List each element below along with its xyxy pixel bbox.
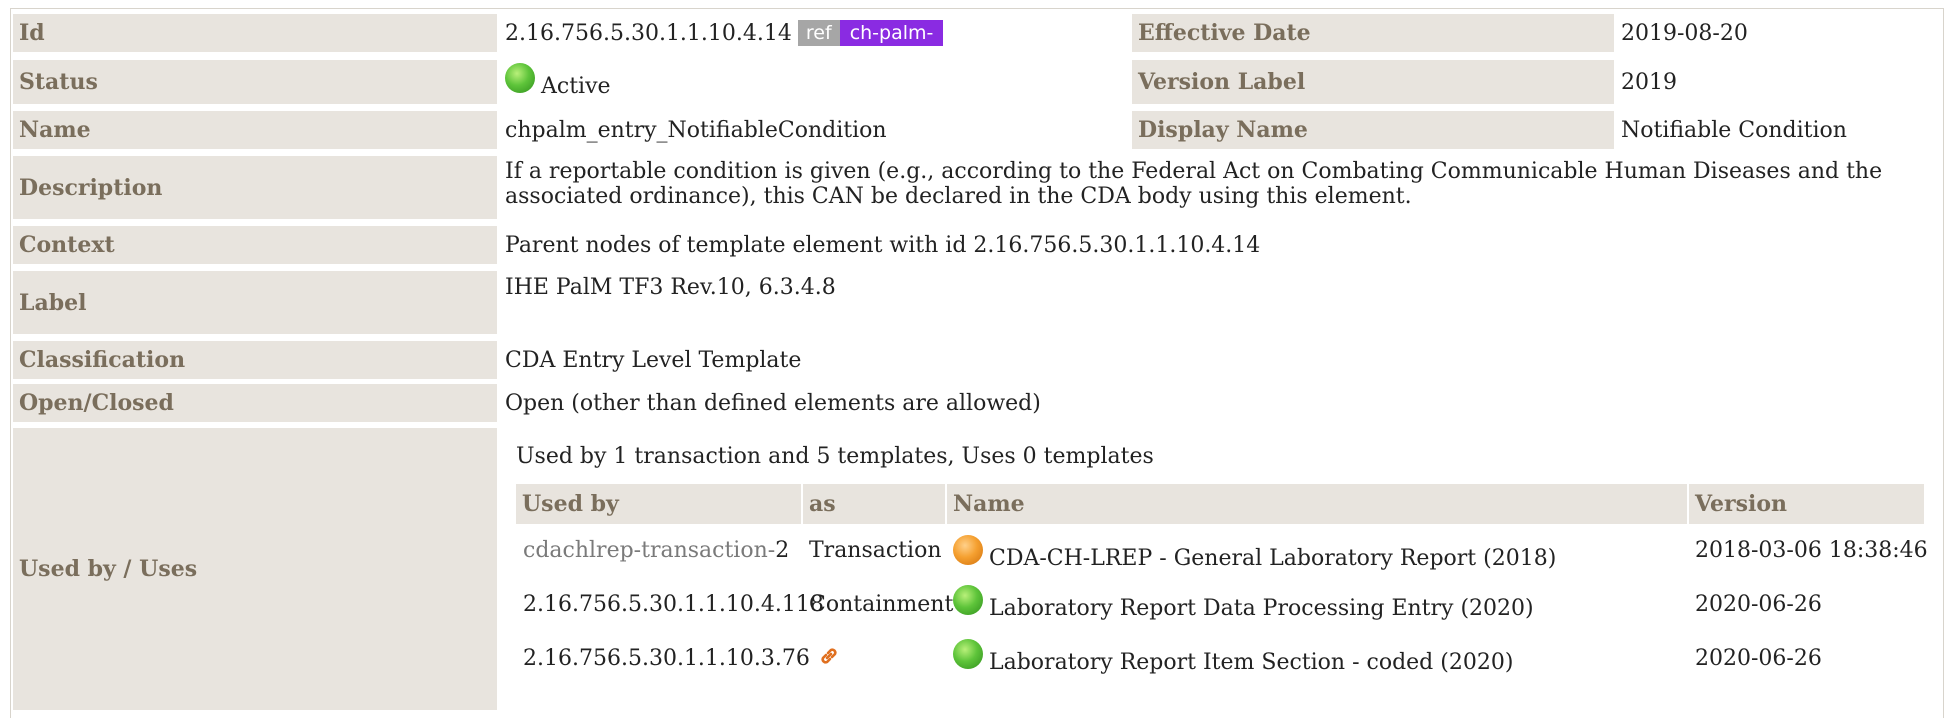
usage-name-cell: Laboratory Report Item Section - coded (… xyxy=(953,638,1513,678)
name-label: Name xyxy=(13,111,497,149)
row-status: Status Active Version Label 2019 xyxy=(13,60,1938,104)
chain-link-icon xyxy=(821,648,837,664)
open-closed-label: Open/Closed xyxy=(13,384,497,422)
usage-version: 2020-06-26 xyxy=(1695,645,1822,671)
usage-name[interactable]: Laboratory Report Item Section - coded (… xyxy=(989,650,1513,675)
used-by-link-suffix[interactable]: 2 xyxy=(775,538,789,563)
link-icon[interactable] xyxy=(817,640,841,672)
effective-date-label: Effective Date xyxy=(1132,14,1614,52)
label-value: IHE PalM TF3 Rev.10, 6.3.4.8 xyxy=(505,274,836,300)
usage-header-name: Name xyxy=(947,484,1687,524)
name-value: chpalm_entry_NotifiableCondition xyxy=(505,117,887,143)
id-value: 2.16.756.5.30.1.1.10.4.14 xyxy=(505,20,792,46)
label-label: Label xyxy=(13,271,497,334)
usage-as: Transaction xyxy=(809,537,942,563)
id-label: Id xyxy=(13,14,497,52)
usage-header-version: Version xyxy=(1689,484,1924,524)
usage-name-cell: Laboratory Report Data Processing Entry … xyxy=(953,584,1534,624)
ref-badge[interactable]: ref xyxy=(797,20,840,46)
usage-header-used-by: Used by xyxy=(516,484,801,524)
row-description: Description If a reportable condition is… xyxy=(13,156,1938,219)
id-value-cell: 2.16.756.5.30.1.1.10.4.14 ref ch-palm- xyxy=(505,14,944,52)
description-value: If a reportable condition is given (e.g.… xyxy=(505,159,1883,209)
row-context: Context Parent nodes of template element… xyxy=(13,226,1938,264)
used-by-link[interactable]: cdachlrep-transaction- xyxy=(523,538,775,563)
row-name: Name chpalm_entry_NotifiableCondition Di… xyxy=(13,111,1938,149)
version-label-label: Version Label xyxy=(1132,60,1614,104)
usage-header-as: as xyxy=(803,484,945,524)
row-id: Id 2.16.756.5.30.1.1.10.4.14 ref ch-palm… xyxy=(13,14,1938,52)
usage-version: 2020-06-26 xyxy=(1695,591,1822,617)
usage-name[interactable]: CDA-CH-LREP - General Laboratory Report … xyxy=(989,546,1556,571)
table-row[interactable]: cdachlrep-transaction- 2 xyxy=(523,534,789,566)
open-closed-value: Open (other than defined elements are al… xyxy=(505,390,1041,416)
display-name-label: Display Name xyxy=(1132,111,1614,149)
green-status-dot-icon xyxy=(953,639,983,669)
display-name-value: Notifiable Condition xyxy=(1621,117,1847,143)
classification-label: Classification xyxy=(13,341,497,379)
usage-as: Containment xyxy=(809,591,954,617)
id-prefix-badge[interactable]: ch-palm- xyxy=(839,20,944,46)
orange-status-dot-icon xyxy=(953,535,983,565)
status-value: Active xyxy=(541,73,611,99)
context-label: Context xyxy=(13,226,497,264)
classification-value: CDA Entry Level Template xyxy=(505,347,802,373)
row-used-by-uses: Used by / Uses Used by 1 transaction and… xyxy=(13,428,1938,710)
status-value-cell: Active xyxy=(505,60,611,104)
usage-version: 2018-03-06 18:38:46 xyxy=(1695,537,1928,563)
usage-summary: Used by 1 transaction and 5 templates, U… xyxy=(516,443,1154,469)
status-label: Status xyxy=(13,60,497,104)
effective-date-value: 2019-08-20 xyxy=(1621,20,1748,46)
usage-name-cell: CDA-CH-LREP - General Laboratory Report … xyxy=(953,534,1556,574)
context-value: Parent nodes of template element with id… xyxy=(505,232,1261,258)
description-label: Description xyxy=(13,156,497,219)
row-label: Label IHE PalM TF3 Rev.10, 6.3.4.8 xyxy=(13,271,1938,334)
usage-name[interactable]: Laboratory Report Data Processing Entry … xyxy=(989,596,1534,621)
green-status-dot-icon xyxy=(953,585,983,615)
green-status-dot-icon xyxy=(505,63,535,93)
row-open-closed: Open/Closed Open (other than defined ele… xyxy=(13,384,1938,422)
used-by-link[interactable]: 2.16.756.5.30.1.1.10.4.118 xyxy=(523,588,824,620)
used-by-link[interactable]: 2.16.756.5.30.1.1.10.3.76 xyxy=(523,642,810,674)
version-label-value: 2019 xyxy=(1621,69,1677,95)
used-by-uses-label: Used by / Uses xyxy=(13,428,497,710)
row-classification: Classification CDA Entry Level Template xyxy=(13,341,1938,379)
